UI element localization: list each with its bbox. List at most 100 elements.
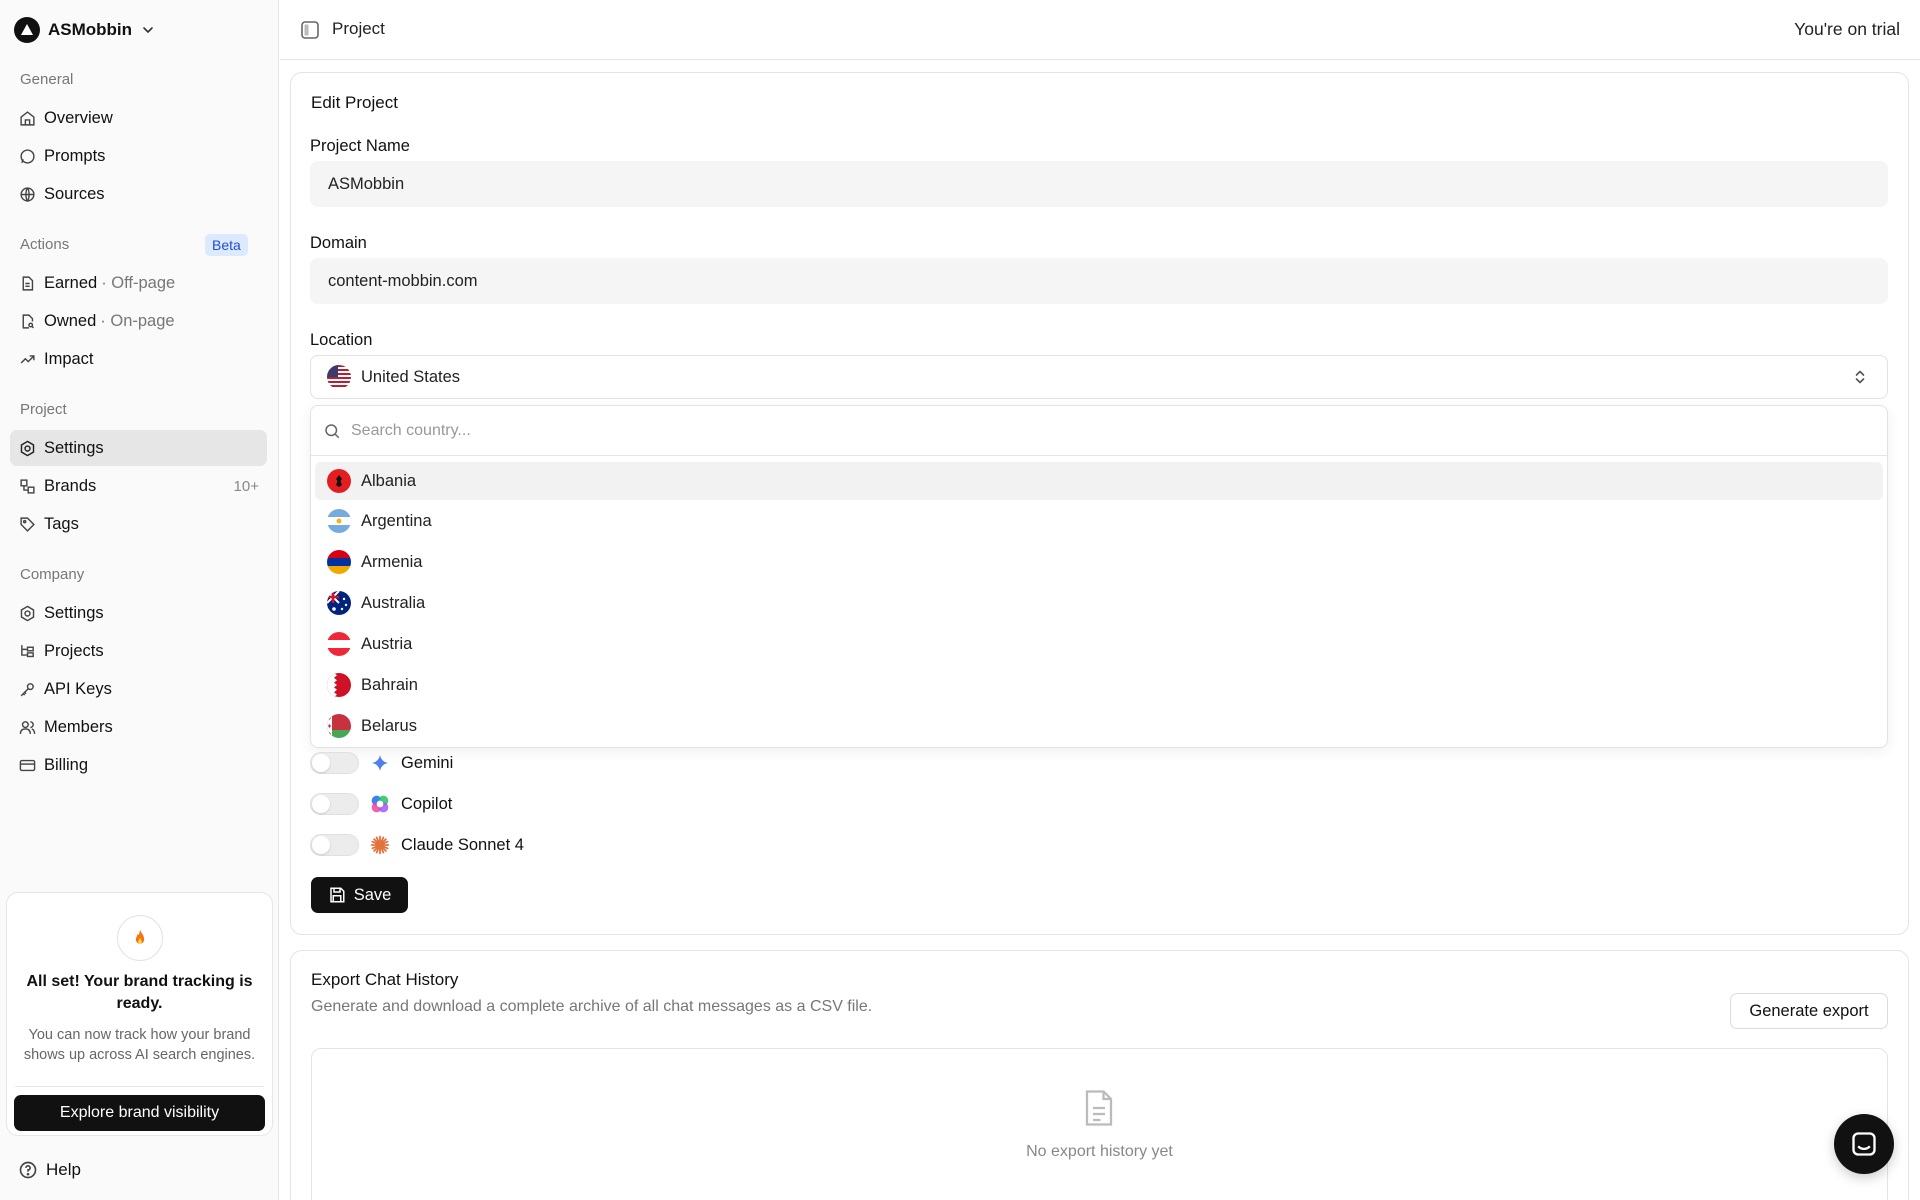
sidebar-item-sublabel: · On-page bbox=[100, 311, 175, 330]
sidebar-item-owned[interactable]: Owned · On-page bbox=[10, 303, 267, 339]
sidebar-item-overview[interactable]: Overview bbox=[10, 100, 267, 136]
country-option-albania[interactable]: Albania bbox=[315, 462, 1883, 500]
country-option-bahrain[interactable]: Bahrain bbox=[315, 666, 1883, 704]
location-select[interactable]: United States bbox=[310, 355, 1888, 399]
settings-icon bbox=[18, 439, 36, 457]
section-label-company: Company bbox=[20, 566, 85, 583]
help-label: Help bbox=[46, 1160, 81, 1179]
sidebar-item-label: Settings bbox=[44, 603, 104, 622]
country-label: Albania bbox=[361, 471, 417, 490]
folder-tree-icon bbox=[18, 642, 36, 660]
country-search bbox=[311, 406, 1887, 456]
claude-toggle[interactable] bbox=[310, 834, 359, 856]
sidebar-item-label: Members bbox=[44, 717, 113, 736]
brands-count: 10+ bbox=[233, 477, 259, 495]
onboarding-title: All set! Your brand tracking is ready. bbox=[26, 973, 253, 1012]
sidebar-item-earned[interactable]: Earned · Off-page bbox=[10, 265, 267, 301]
export-title: Export Chat History bbox=[311, 970, 459, 989]
sidebar-item-billing[interactable]: Billing bbox=[10, 747, 267, 783]
model-label: Gemini bbox=[401, 753, 454, 772]
australia-flag-icon bbox=[327, 591, 351, 615]
model-label: Copilot bbox=[401, 794, 453, 813]
sidebar-item-label: Prompts bbox=[44, 146, 106, 165]
us-flag-icon bbox=[327, 365, 351, 389]
model-row-copilot: Copilot bbox=[310, 790, 452, 818]
country-label: Austria bbox=[361, 634, 413, 653]
onboarding-text: You can now track how your brand shows u… bbox=[23, 1027, 256, 1063]
card-title: Edit Project bbox=[311, 93, 398, 112]
country-option-austria[interactable]: Austria bbox=[315, 625, 1883, 663]
file-text-icon bbox=[18, 274, 36, 292]
armenia-flag-icon bbox=[327, 550, 351, 574]
globe-icon bbox=[18, 185, 36, 203]
model-label: Claude Sonnet 4 bbox=[401, 835, 524, 854]
sidebar: ASMobbin General Overview Prompts Source… bbox=[0, 0, 279, 1200]
domain-input[interactable]: content-mobbin.com bbox=[310, 258, 1888, 304]
sidebar-item-label: Owned bbox=[44, 311, 97, 330]
sidebar-item-projects[interactable]: Projects bbox=[10, 633, 267, 669]
shapes-icon bbox=[18, 477, 36, 495]
sidebar-item-label: Earned bbox=[44, 273, 98, 292]
sidebar-item-label: Impact bbox=[44, 349, 94, 368]
sidebar-item-tags[interactable]: Tags bbox=[10, 506, 267, 542]
settings-icon bbox=[18, 604, 36, 622]
sidebar-item-members[interactable]: Members bbox=[10, 709, 267, 745]
copilot-icon bbox=[369, 793, 391, 815]
help-circle-icon bbox=[18, 1160, 38, 1180]
chat-support-button[interactable] bbox=[1834, 1114, 1894, 1174]
sidebar-item-label: Brands bbox=[44, 476, 97, 495]
chevron-down-icon bbox=[140, 22, 156, 38]
country-option-armenia[interactable]: Armenia bbox=[315, 543, 1883, 581]
country-dropdown: Albania Argentina Armenia Australia Aust… bbox=[310, 405, 1888, 748]
sidebar-item-prompts[interactable]: Prompts bbox=[10, 138, 267, 174]
argentina-flag-icon bbox=[327, 509, 351, 533]
project-name-input[interactable]: ASMobbin bbox=[310, 161, 1888, 207]
sidebar-item-company-settings[interactable]: Settings bbox=[10, 595, 267, 631]
trial-status: You're on trial bbox=[1794, 19, 1900, 39]
divider bbox=[15, 1086, 264, 1087]
generate-export-button[interactable]: Generate export bbox=[1730, 993, 1888, 1029]
sidebar-item-impact[interactable]: Impact bbox=[10, 341, 267, 377]
country-option-argentina[interactable]: Argentina bbox=[315, 502, 1883, 540]
chat-icon bbox=[1850, 1130, 1878, 1158]
section-label-project: Project bbox=[20, 401, 67, 418]
gemini-toggle[interactable] bbox=[310, 752, 359, 774]
sidebar-item-label: Tags bbox=[44, 514, 79, 533]
claude-icon bbox=[369, 834, 391, 856]
fire-icon bbox=[117, 915, 163, 961]
country-label: Bahrain bbox=[361, 675, 418, 694]
workspace-switcher[interactable]: ASMobbin bbox=[14, 16, 156, 44]
sidebar-item-label: Overview bbox=[44, 108, 113, 127]
sidebar-toggle-icon[interactable] bbox=[300, 20, 320, 40]
sidebar-item-label: Settings bbox=[44, 438, 104, 457]
trending-up-icon bbox=[18, 350, 36, 368]
workspace-name: ASMobbin bbox=[48, 20, 133, 39]
austria-flag-icon bbox=[327, 632, 351, 656]
page-title: Project bbox=[332, 19, 385, 38]
onboarding-card: All set! Your brand tracking is ready. Y… bbox=[6, 892, 273, 1136]
credit-card-icon bbox=[18, 756, 36, 774]
help-link[interactable]: Help bbox=[18, 1160, 81, 1180]
country-option-australia[interactable]: Australia bbox=[315, 584, 1883, 622]
sidebar-item-label: Sources bbox=[44, 184, 105, 203]
sidebar-item-project-settings[interactable]: Settings bbox=[10, 430, 267, 466]
beta-badge: Beta bbox=[205, 234, 248, 256]
country-option-belarus[interactable]: Belarus bbox=[315, 707, 1883, 745]
sidebar-item-sources[interactable]: Sources bbox=[10, 176, 267, 212]
save-button[interactable]: Save bbox=[311, 877, 408, 913]
country-label: Armenia bbox=[361, 552, 423, 571]
country-label: Australia bbox=[361, 593, 426, 612]
explore-brand-visibility-button[interactable]: Explore brand visibility bbox=[14, 1095, 265, 1131]
location-label: Location bbox=[310, 331, 373, 349]
topbar: Project You're on trial bbox=[280, 0, 1920, 60]
model-row-claude: Claude Sonnet 4 bbox=[310, 831, 524, 859]
sidebar-item-label: Billing bbox=[44, 755, 89, 774]
sidebar-item-api-keys[interactable]: API Keys bbox=[10, 671, 267, 707]
country-label: Argentina bbox=[361, 511, 432, 530]
model-row-gemini: Gemini bbox=[310, 749, 453, 777]
section-label-actions: Actions bbox=[20, 236, 70, 253]
file-search-icon bbox=[18, 312, 36, 330]
copilot-toggle[interactable] bbox=[310, 793, 359, 815]
country-search-input[interactable] bbox=[351, 421, 951, 440]
sidebar-item-brands[interactable]: Brands 10+ bbox=[10, 468, 267, 504]
